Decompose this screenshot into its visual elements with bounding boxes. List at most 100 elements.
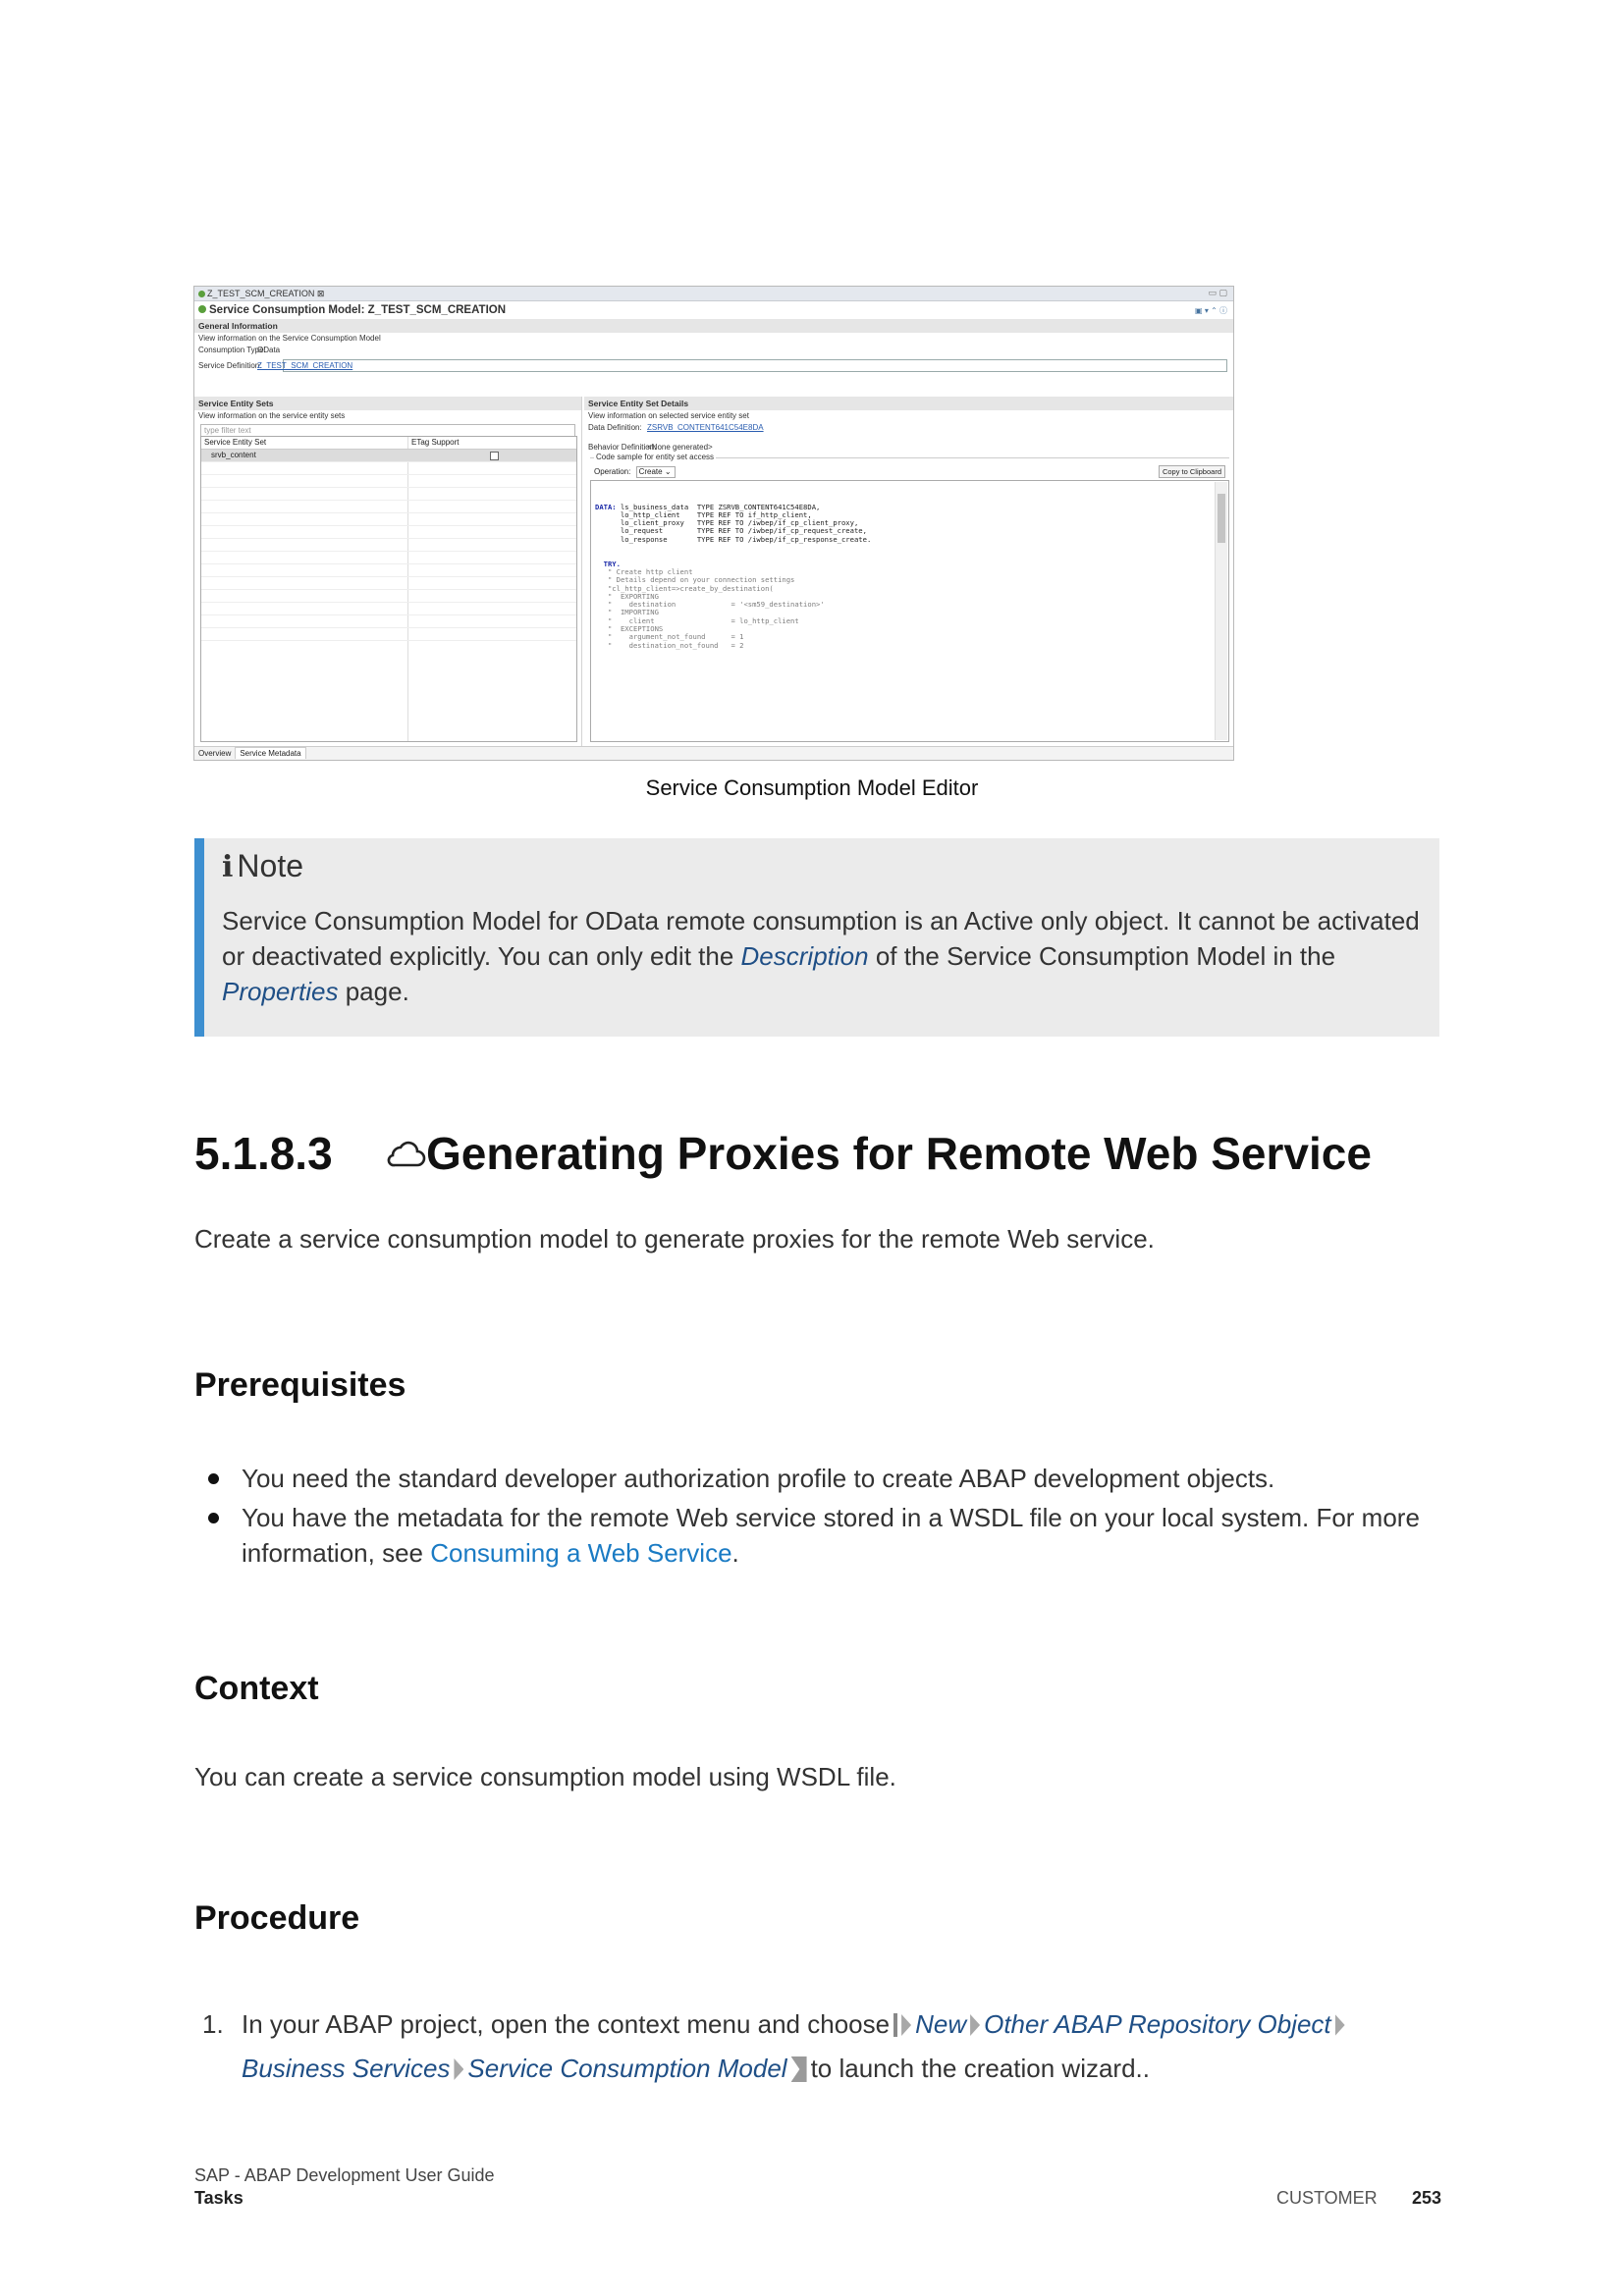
note-accent-bar (194, 838, 204, 1037)
behavior-definition-value: <None generated> (647, 443, 713, 452)
data-definition-link[interactable]: ZSRVB_CONTENT641C54E8DA (647, 423, 764, 432)
path-separator-icon (970, 2014, 981, 2036)
cloud-icon (387, 1141, 426, 1167)
chevron-down-icon: ⌄ (664, 467, 672, 476)
entity-set-details-panel: Service Entity Set Details View informat… (584, 397, 1233, 746)
editor-bottom-tabs: Overview Service Metadata (194, 746, 1233, 760)
editor-tab-label: Z_TEST_SCM_CREATION (207, 289, 315, 298)
list-item: 1. In your ABAP project, open the contex… (194, 2002, 1451, 2091)
table-row (201, 590, 576, 603)
procedure-heading: Procedure (194, 1899, 360, 1937)
path-separator-icon (454, 2058, 464, 2080)
editor-tab[interactable]: Z_TEST_SCM_CREATION ⊠ (198, 289, 324, 299)
tab-service-metadata[interactable]: Service Metadata (235, 747, 306, 759)
operation-label: Operation: (594, 467, 631, 477)
code-line: " destination_not_found = 2 (595, 640, 1209, 650)
code-sample-editor[interactable]: DATA: ls_business_data TYPE ZSRVB_CONTEN… (590, 480, 1229, 742)
info-icon: i (222, 850, 234, 884)
section-intro: Create a service consumption model to ge… (194, 1224, 1155, 1254)
path-end-marker (790, 2056, 807, 2082)
consuming-web-service-link[interactable]: Consuming a Web Service (430, 1538, 731, 1568)
context-heading: Context (194, 1670, 319, 1707)
general-information-description: View information on the Service Consumpt… (198, 334, 381, 343)
code-line (595, 544, 1209, 552)
step-text: In your ABAP project, open the context m… (242, 2009, 891, 2039)
editor-tab-bar: Z_TEST_SCM_CREATION ⊠ ▭ ▢ (194, 287, 1233, 301)
table-row (201, 577, 576, 590)
code-line: "cl_http_client=>create_by_destination( (595, 584, 1209, 593)
entity-set-details-description: View information on selected service ent… (588, 411, 749, 420)
service-consumption-model-editor-screenshot: Z_TEST_SCM_CREATION ⊠ ▭ ▢ Service Consum… (193, 286, 1234, 761)
copy-to-clipboard-button[interactable]: Copy to Clipboard (1158, 465, 1225, 478)
entity-set-name: srvb_content (211, 451, 256, 459)
tab-overview[interactable]: Overview (194, 748, 235, 759)
section-heading: 5.1.8.3 Generating Proxies for Remote Web… (194, 1127, 1372, 1180)
menu-path-new[interactable]: New (915, 2009, 966, 2039)
table-row[interactable]: srvb_content (201, 450, 576, 462)
path-start-marker (893, 2013, 898, 2037)
note-box: i Note Service Consumption Model for ODat… (194, 838, 1439, 1037)
procedure-list: 1. In your ABAP project, open the contex… (194, 2002, 1451, 2091)
service-definition-row: Service Definition: Z_TEST_SCM_CREATION (194, 359, 1233, 375)
operation-row: Operation: Create ⌄ (594, 466, 676, 478)
entity-sets-header[interactable]: Service Entity Sets (194, 397, 581, 410)
description-link[interactable]: Description (741, 941, 869, 971)
column-header-etag[interactable]: ETag Support (411, 438, 459, 447)
service-definition-link[interactable]: Z_TEST_SCM_CREATION (257, 361, 352, 370)
code-sample-group: Code sample for entity set access Operat… (590, 453, 1229, 742)
operation-selected-value: Create (638, 467, 663, 476)
note-body: Service Consumption Model for OData remo… (222, 903, 1420, 1009)
prerequisites-heading: Prerequisites (194, 1366, 406, 1404)
etag-support-checkbox[interactable] (490, 452, 499, 460)
note-text: page. (338, 977, 409, 1006)
list-item: You have the metadata for the remote Web… (194, 1500, 1451, 1571)
menu-path-service-consumption-model[interactable]: Service Consumption Model (467, 2054, 786, 2083)
column-header-entity-set[interactable]: Service Entity Set (204, 438, 266, 447)
table-row (201, 552, 576, 564)
operation-dropdown[interactable]: Create ⌄ (635, 466, 676, 478)
section-number: 5.1.8.3 (194, 1128, 333, 1179)
footer-section: Tasks (194, 2188, 244, 2208)
note-text: of the Service Consumption Model in the (868, 941, 1336, 971)
table-row (201, 501, 576, 513)
general-information-header[interactable]: General Information (194, 319, 1233, 333)
editor-toolbar-icons[interactable]: ▣ ▾ ⌃ ⓘ (1195, 305, 1227, 316)
table-row (201, 539, 576, 552)
consumption-type-label: Consumption Type: (198, 346, 266, 354)
context-text: You can create a service consumption mod… (194, 1762, 896, 1791)
note-heading: i Note (222, 848, 303, 884)
page-number: 253 (1412, 2188, 1442, 2208)
table-row (201, 615, 576, 628)
step-number: 1. (202, 2009, 224, 2039)
service-definition-field (283, 359, 1227, 372)
close-tab-icon[interactable]: ⊠ (317, 289, 325, 298)
behavior-definition-label: Behavior Definition: (588, 443, 657, 452)
list-item-text: . (731, 1538, 739, 1568)
entity-sets-panel: Service Entity Sets View information on … (194, 397, 582, 746)
code-text: " destination_not_found = 2 (595, 640, 744, 650)
table-row (201, 513, 576, 526)
table-row (201, 475, 576, 488)
note-title: Note (237, 848, 303, 883)
table-row (201, 462, 576, 475)
entity-sets-description: View information on the service entity s… (198, 411, 346, 420)
table-header: Service Entity Set ETag Support (201, 437, 576, 450)
code-scrollbar[interactable] (1215, 482, 1227, 740)
entity-set-details-header[interactable]: Service Entity Set Details (584, 397, 1233, 410)
code-line: " destination = '<sm59_destination>' (595, 601, 1209, 609)
prerequisites-list: You need the standard developer authoriz… (194, 1461, 1451, 1575)
properties-link[interactable]: Properties (222, 977, 339, 1006)
footer-doc-title: SAP - ABAP Development User Guide (194, 2165, 495, 2185)
scm-object-icon (198, 291, 205, 297)
list-item-text: You need the standard developer authoriz… (242, 1464, 1275, 1493)
entity-sets-table: Service Entity Set ETag Support srvb_con… (200, 436, 577, 742)
figure-caption: Service Consumption Model Editor (645, 775, 979, 800)
scrollbar-thumb[interactable] (1218, 494, 1225, 543)
menu-path-other-abap-repository-object[interactable]: Other ABAP Repository Object (984, 2009, 1331, 2039)
menu-path-business-services[interactable]: Business Services (242, 2054, 450, 2083)
window-controls[interactable]: ▭ ▢ (1208, 288, 1227, 298)
service-definition-label: Service Definition: (198, 361, 262, 370)
editor-columns: Service Entity Sets View information on … (194, 397, 1233, 746)
table-row (201, 564, 576, 577)
path-separator-icon (1334, 2014, 1345, 2036)
